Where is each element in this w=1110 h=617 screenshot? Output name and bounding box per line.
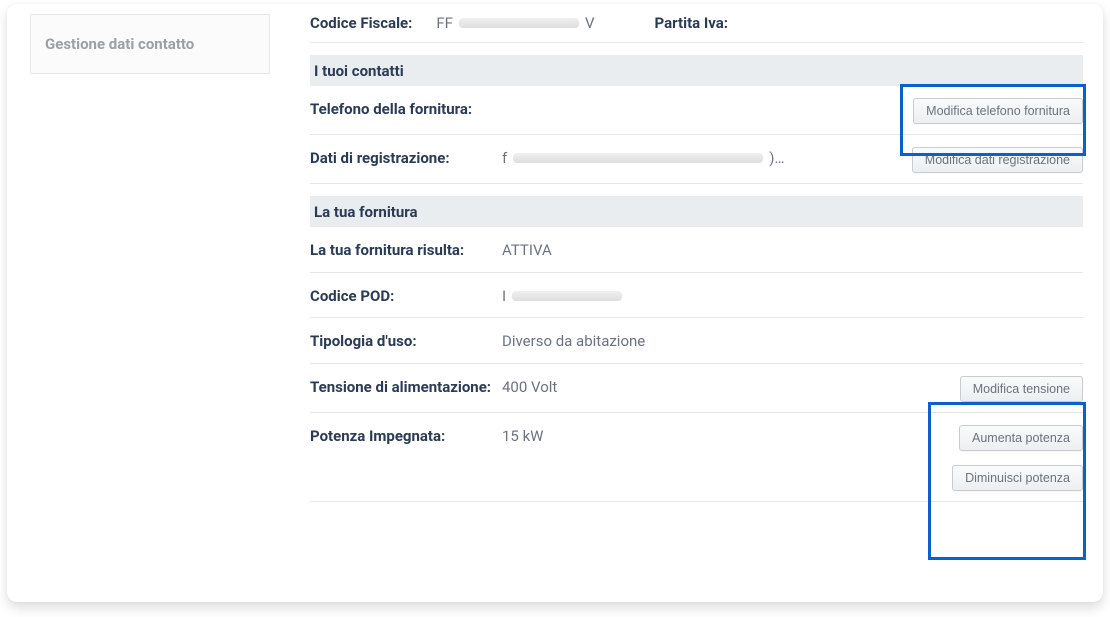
diminuisci-potenza-button[interactable]: Diminuisci potenza bbox=[952, 465, 1083, 491]
label-potenza: Potenza Impegnata: bbox=[310, 425, 502, 448]
section-heading-contatti: I tuoi contatti bbox=[310, 55, 1083, 86]
cf-prefix: FF bbox=[436, 14, 453, 32]
label-partita-iva: Partita Iva: bbox=[655, 14, 728, 32]
value-stato-fornitura: ATTIVA bbox=[502, 239, 1083, 262]
value-potenza: 15 kW bbox=[502, 425, 942, 448]
app-card: Gestione dati contatto Codice Fiscale: F… bbox=[7, 4, 1103, 602]
label-telefono-fornitura: Telefono della fornitura: bbox=[310, 98, 502, 121]
row-potenza: Potenza Impegnata: 15 kW Aumenta potenza… bbox=[310, 413, 1083, 502]
label-stato-fornitura: La tua fornitura risulta: bbox=[310, 239, 502, 262]
sidebar: Gestione dati contatto bbox=[30, 6, 270, 602]
actions-dati: Modifica dati registrazione bbox=[912, 147, 1083, 173]
label-codice-pod: Codice POD: bbox=[310, 285, 502, 308]
row-telefono-fornitura: Telefono della fornitura: Modifica telef… bbox=[310, 86, 1083, 135]
row-tensione: Tensione di alimentazione: 400 Volt Modi… bbox=[310, 364, 1083, 413]
label-codice-fiscale: Codice Fiscale: bbox=[310, 14, 412, 32]
redacted-block bbox=[459, 18, 579, 28]
cf-suffix: V bbox=[585, 14, 595, 32]
redacted-block bbox=[513, 153, 763, 163]
dati-prefix: f bbox=[502, 147, 507, 170]
tab-gestione-dati-contatto[interactable]: Gestione dati contatto bbox=[30, 14, 270, 74]
row-tipologia-uso: Tipologia d'uso: Diverso da abitazione bbox=[310, 318, 1083, 364]
label-tensione: Tensione di alimentazione: bbox=[310, 376, 502, 399]
dati-suffix: )… bbox=[769, 147, 784, 170]
row-codice-partita: Codice Fiscale: FF V Partita Iva: bbox=[310, 6, 1083, 43]
value-codice-pod: I bbox=[502, 285, 1083, 308]
pod-prefix: I bbox=[502, 285, 506, 308]
modifica-dati-registrazione-button[interactable]: Modifica dati registrazione bbox=[912, 147, 1083, 173]
section-heading-fornitura: La tua fornitura bbox=[310, 196, 1083, 227]
pair-codice-fiscale: Codice Fiscale: FF V bbox=[310, 14, 595, 32]
value-dati-registrazione: f )… bbox=[502, 147, 902, 170]
pair-partita-iva: Partita Iva: bbox=[655, 14, 728, 32]
label-dati-registrazione: Dati di registrazione: bbox=[310, 147, 502, 170]
value-codice-fiscale: FF V bbox=[436, 14, 594, 32]
modifica-tensione-button[interactable]: Modifica tensione bbox=[960, 376, 1083, 402]
redacted-block bbox=[512, 291, 622, 301]
actions-telefono: Modifica telefono fornitura bbox=[913, 98, 1083, 124]
row-codice-pod: Codice POD: I bbox=[310, 273, 1083, 319]
value-tensione: 400 Volt bbox=[502, 376, 950, 399]
row-dati-registrazione: Dati di registrazione: f )… Modifica dat… bbox=[310, 135, 1083, 184]
aumenta-potenza-button[interactable]: Aumenta potenza bbox=[959, 425, 1083, 451]
tab-label: Gestione dati contatto bbox=[45, 35, 194, 53]
modifica-telefono-button[interactable]: Modifica telefono fornitura bbox=[913, 98, 1083, 124]
main-content: Codice Fiscale: FF V Partita Iva: I tuoi… bbox=[270, 6, 1083, 602]
actions-tensione: Modifica tensione bbox=[960, 376, 1083, 402]
label-tipologia-uso: Tipologia d'uso: bbox=[310, 330, 502, 353]
actions-potenza: Aumenta potenza Diminuisci potenza bbox=[952, 425, 1083, 491]
row-stato-fornitura: La tua fornitura risulta: ATTIVA bbox=[310, 227, 1083, 273]
section-heading-label: I tuoi contatti bbox=[314, 62, 404, 80]
value-telefono-fornitura bbox=[502, 98, 903, 120]
value-tipologia-uso: Diverso da abitazione bbox=[502, 330, 1083, 353]
layout-inner: Gestione dati contatto Codice Fiscale: F… bbox=[30, 6, 1083, 602]
section-heading-label: La tua fornitura bbox=[314, 203, 418, 221]
